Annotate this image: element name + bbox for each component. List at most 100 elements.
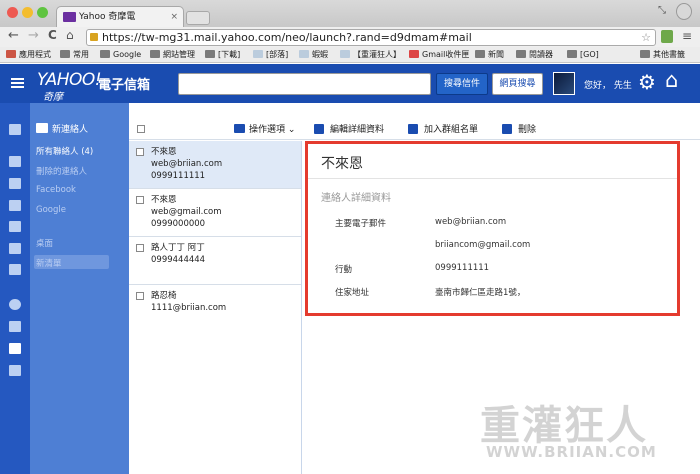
facebook-link[interactable]: Facebook bbox=[36, 185, 76, 195]
contact-email: web@gmail.com bbox=[151, 207, 222, 217]
gear-icon[interactable]: ⚙ bbox=[638, 70, 656, 94]
trash-icon bbox=[502, 124, 512, 134]
tab-close-icon[interactable]: × bbox=[170, 7, 178, 27]
bookmark-item[interactable]: [下載] bbox=[205, 47, 240, 62]
row-checkbox[interactable] bbox=[136, 292, 144, 300]
contact-name: 路人丁丁 阿丁 bbox=[151, 243, 205, 253]
desktop-list-link[interactable]: 桌面 bbox=[36, 237, 53, 249]
search-web-button[interactable]: 網頁搜尋 bbox=[492, 73, 543, 95]
minimize-window-icon[interactable] bbox=[22, 7, 33, 18]
back-icon[interactable]: ← bbox=[8, 28, 19, 43]
trash-icon[interactable] bbox=[9, 243, 21, 254]
folder-icon[interactable] bbox=[9, 264, 21, 275]
sent-icon[interactable] bbox=[9, 200, 21, 211]
yahoo-header: YAHOO! 電子信箱 奇摩 搜尋信件 網頁搜尋 您好， 先生 ⚙ ⌂ bbox=[0, 64, 700, 103]
delete-button[interactable]: 刪除 bbox=[502, 122, 536, 135]
contact-phone: 0999000000 bbox=[151, 219, 206, 229]
bookmark-item[interactable]: [GO] bbox=[567, 47, 599, 62]
primary-email-label: 主要電子郵件 bbox=[335, 219, 387, 229]
bookmark-item[interactable]: 其他書籤 bbox=[640, 47, 685, 62]
detail-toolbar: 編輯詳細資料 加入群組名單 刪除 bbox=[302, 116, 700, 140]
list-item[interactable]: 不來恩 web@gmail.com 0999000000 bbox=[129, 189, 301, 237]
yahoo-logo-subtitle: 奇摩 bbox=[43, 92, 63, 103]
avatar[interactable] bbox=[553, 72, 575, 95]
list-item[interactable]: 路人丁丁 阿丁 0999444444 bbox=[129, 237, 301, 285]
browser-tab[interactable]: Yahoo 奇摩電 × bbox=[56, 6, 184, 27]
folder-icon bbox=[567, 50, 577, 58]
browser-toolbar: ← → C ⌂ https://tw-mg31.mail.yahoo.com/n… bbox=[0, 27, 700, 47]
spam-icon[interactable] bbox=[9, 221, 21, 232]
all-contacts-link[interactable]: 所有聯絡人 (4) bbox=[36, 145, 93, 157]
bookmark-item[interactable]: [部落] bbox=[253, 47, 288, 62]
bookmark-icon bbox=[299, 50, 309, 58]
bookmark-star-icon[interactable]: ☆ bbox=[641, 30, 651, 45]
extension-icon[interactable] bbox=[661, 30, 673, 43]
mail-icon bbox=[63, 12, 76, 22]
folder-icon bbox=[150, 50, 160, 58]
emoji-icon[interactable] bbox=[9, 299, 21, 310]
list-toolbar: 操作選項 ⌄ bbox=[129, 116, 302, 140]
select-all-checkbox[interactable] bbox=[137, 125, 145, 133]
folder-icon bbox=[640, 50, 650, 58]
bookmark-item[interactable]: 應用程式 bbox=[6, 47, 51, 62]
row-checkbox[interactable] bbox=[136, 244, 144, 252]
contact-email: web@briian.com bbox=[151, 159, 223, 169]
ops-menu[interactable]: 操作選項 ⌄ bbox=[234, 122, 295, 135]
forward-icon[interactable]: → bbox=[28, 28, 39, 43]
zoom-window-icon[interactable] bbox=[37, 7, 48, 18]
bookmark-item[interactable]: 蝦蝦 bbox=[299, 47, 328, 62]
address-bar[interactable]: https://tw-mg31.mail.yahoo.com/neo/launc… bbox=[86, 29, 656, 46]
yahoo-logo[interactable]: YAHOO! bbox=[37, 70, 102, 90]
pencil-icon bbox=[314, 124, 324, 134]
row-checkbox[interactable] bbox=[136, 148, 144, 156]
edit-details-button[interactable]: 編輯詳細資料 bbox=[314, 122, 384, 135]
address-label: 住家地址 bbox=[335, 288, 370, 298]
drafts-icon[interactable] bbox=[9, 178, 21, 189]
bookmark-item[interactable]: Google bbox=[100, 47, 141, 62]
row-checkbox[interactable] bbox=[136, 196, 144, 204]
contacts-icon[interactable] bbox=[9, 343, 21, 354]
mobile-label: 行動 bbox=[335, 265, 353, 275]
notepad-icon[interactable] bbox=[9, 365, 21, 376]
bookmark-item[interactable]: 閱讀器 bbox=[516, 47, 553, 62]
reload-icon[interactable]: C bbox=[48, 28, 57, 42]
fullscreen-icon[interactable]: ⤡ bbox=[658, 5, 666, 16]
google-link[interactable]: Google bbox=[36, 205, 66, 215]
menu-icon[interactable]: ≡ bbox=[682, 29, 692, 43]
address-value: 臺南市歸仁區走路1號， bbox=[435, 288, 526, 298]
search-input[interactable] bbox=[178, 73, 431, 95]
folder-icon bbox=[205, 50, 215, 58]
home-icon[interactable]: ⌂ bbox=[665, 68, 678, 92]
primary-email-value[interactable]: web@briian.com bbox=[435, 217, 506, 227]
secondary-email-value[interactable]: briiancom@gmail.com bbox=[435, 240, 530, 250]
contact-email: 1111@briian.com bbox=[151, 303, 227, 313]
contact-name: 路忍椅 bbox=[151, 291, 177, 301]
inbox-icon[interactable] bbox=[9, 156, 21, 167]
bookmark-item[interactable]: 網站管理 bbox=[150, 47, 195, 62]
list-item[interactable]: 不來恩 web@briian.com 0999111111 bbox=[129, 141, 301, 189]
profile-icon[interactable] bbox=[676, 3, 692, 20]
bookmark-item[interactable]: 新聞 bbox=[475, 47, 504, 62]
close-window-icon[interactable] bbox=[7, 7, 18, 18]
new-tab-button[interactable] bbox=[186, 11, 210, 25]
contact-detail-name: 不來恩 bbox=[321, 156, 363, 172]
bookmark-item[interactable]: 【重灌狂人】 bbox=[340, 47, 401, 62]
bookmark-item[interactable]: 常用 bbox=[60, 47, 89, 62]
new-list-link[interactable]: 新清單 bbox=[36, 257, 62, 269]
greeting[interactable]: 您好， 先生 bbox=[584, 78, 632, 91]
add-to-group-button[interactable]: 加入群組名單 bbox=[408, 122, 478, 135]
compose-icon[interactable] bbox=[9, 124, 21, 135]
bookmark-item[interactable]: Gmail收件匣 bbox=[409, 47, 469, 62]
search-mail-button[interactable]: 搜尋信件 bbox=[436, 73, 488, 95]
contact-name: 不來恩 bbox=[151, 195, 177, 205]
url-text: https://tw-mg31.mail.yahoo.com/neo/launc… bbox=[102, 31, 472, 44]
list-item[interactable]: 路忍椅 1111@briian.com bbox=[129, 285, 301, 333]
new-contact-link[interactable]: 新連絡人 bbox=[52, 122, 88, 135]
hamburger-menu-icon[interactable] bbox=[11, 78, 24, 88]
home-icon[interactable]: ⌂ bbox=[66, 28, 74, 42]
deleted-contacts-link[interactable]: 刪除的連絡人 bbox=[36, 165, 87, 177]
add-contact-icon[interactable] bbox=[36, 123, 48, 133]
contact-detail-card: 不來恩 連絡人詳細資料 主要電子郵件 web@briian.com briian… bbox=[305, 141, 680, 316]
folder-icon bbox=[100, 50, 110, 58]
calendar-icon[interactable] bbox=[9, 321, 21, 332]
